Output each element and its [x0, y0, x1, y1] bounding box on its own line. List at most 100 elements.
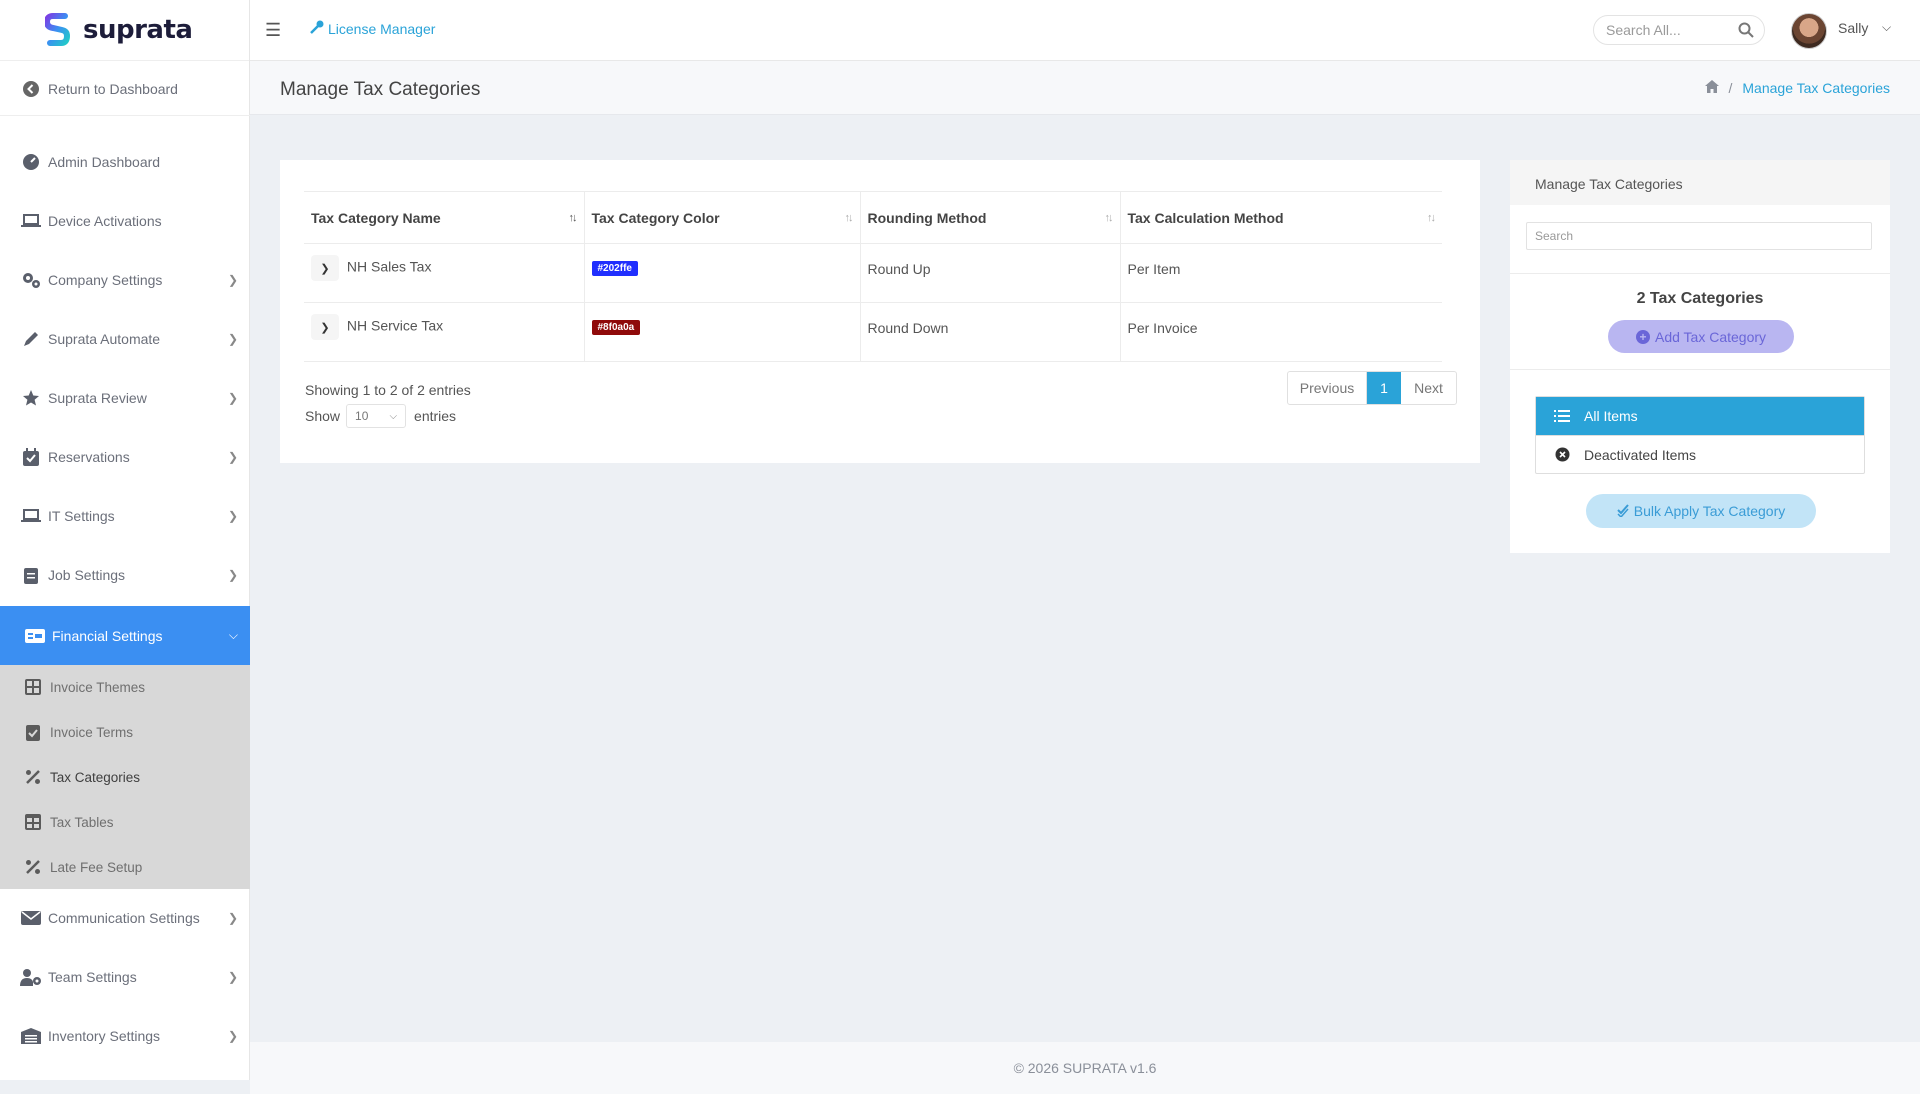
- submenu-item-label: Tax Categories: [50, 769, 141, 785]
- submenu-item-tax-categories[interactable]: Tax Categories: [0, 759, 250, 795]
- column-header-color[interactable]: Tax Category Color ↑↓: [584, 191, 861, 244]
- sort-icon[interactable]: ↑↓: [845, 212, 854, 224]
- page-size-select[interactable]: 10 ⌵: [346, 404, 407, 428]
- bulk-apply-tax-category-button[interactable]: Bulk Apply Tax Category: [1586, 494, 1816, 528]
- cell-color: #8f0a0a: [584, 302, 861, 362]
- page-size-value: 10: [355, 409, 369, 423]
- pagination-previous-button[interactable]: Previous: [1288, 372, 1367, 404]
- column-header-rounding[interactable]: Rounding Method ↑↓: [860, 191, 1121, 244]
- chevron-down-icon[interactable]: ❯: [311, 314, 339, 340]
- filter-all-items[interactable]: All Items: [1536, 397, 1864, 435]
- side-panel: Manage Tax Categories 2 Tax Categories +…: [1510, 160, 1890, 553]
- gauge-icon: [20, 151, 42, 173]
- submenu-item-late-fee-setup[interactable]: Late Fee Setup: [0, 849, 250, 885]
- sidebar-item-suprata-automate[interactable]: Suprata Automate ❯: [0, 315, 250, 363]
- breadcrumb-separator: /: [1728, 80, 1733, 96]
- logo[interactable]: suprata: [0, 0, 249, 61]
- sidebar-item-admin-dashboard[interactable]: Admin Dashboard: [0, 138, 250, 186]
- user-gear-icon: [20, 966, 42, 988]
- sidebar-item-label: Admin Dashboard: [48, 154, 161, 170]
- chevron-right-icon: ❯: [227, 450, 238, 464]
- avatar[interactable]: [1791, 13, 1827, 49]
- chevron-down-icon[interactable]: ⌵: [1882, 20, 1891, 35]
- sidebar-item-job-settings[interactable]: Job Settings ❯: [0, 551, 250, 599]
- search-icon[interactable]: [1738, 22, 1754, 38]
- sidebar: suprata Return to Dashboard Admin Dashbo…: [0, 0, 250, 1080]
- return-to-dashboard-link[interactable]: Return to Dashboard: [0, 62, 250, 116]
- column-header-label: Rounding Method: [867, 209, 987, 226]
- hamburger-menu-icon[interactable]: ☰: [265, 20, 285, 40]
- global-search-input[interactable]: [1606, 22, 1746, 38]
- sidebar-item-suprata-review[interactable]: Suprata Review ❯: [0, 374, 250, 422]
- pagination-next-button[interactable]: Next: [1401, 372, 1456, 404]
- arrow-left-circle-icon: [20, 78, 42, 100]
- chevron-right-icon: ❯: [227, 332, 238, 346]
- submenu-item-label: Late Fee Setup: [50, 859, 143, 875]
- filter-list: All Items Deactivated Items: [1535, 396, 1865, 474]
- sidebar-item-label: Reservations: [48, 449, 130, 465]
- sidebar-item-label: Communication Settings: [48, 910, 200, 926]
- sidebar-item-label: Suprata Automate: [48, 331, 161, 347]
- circle-x-icon: [1552, 447, 1572, 462]
- sort-icon[interactable]: ↑↓: [1105, 212, 1114, 224]
- chevron-right-icon: ❯: [227, 273, 238, 287]
- cell-color: #202ffe: [584, 243, 861, 303]
- page-header: Manage Tax Categories / Manage Tax Categ…: [250, 61, 1920, 115]
- footer-copyright: © 2026 SUPRATA v1.6: [1013, 1060, 1157, 1076]
- license-manager-link[interactable]: License Manager: [310, 20, 435, 37]
- divider: [1510, 369, 1890, 370]
- calendar-check-icon: [20, 446, 42, 468]
- table-row[interactable]: ❯ NH Sales Tax #202ffe Round Up Per Item: [304, 243, 1442, 303]
- sidebar-item-financial-settings[interactable]: Financial Settings ⌵: [0, 606, 250, 665]
- column-header-name[interactable]: Tax Category Name ↑↓: [304, 191, 585, 244]
- financial-settings-submenu: Invoice Themes Invoice Terms Tax Categor…: [0, 665, 250, 889]
- table-icon: [24, 813, 42, 831]
- percent-icon: [24, 768, 42, 786]
- sort-icon[interactable]: ↑↓: [569, 212, 578, 224]
- sidebar-item-label: Financial Settings: [52, 627, 163, 644]
- suprata-logo-icon: [45, 13, 71, 46]
- submenu-item-invoice-themes[interactable]: Invoice Themes: [0, 669, 250, 705]
- money-check-icon: [24, 625, 46, 647]
- filter-label: Deactivated Items: [1584, 446, 1697, 463]
- entries-label: entries: [414, 408, 457, 424]
- global-search: [1593, 15, 1765, 45]
- add-tax-category-button[interactable]: + Add Tax Category: [1608, 320, 1794, 353]
- laptop-icon: [20, 210, 42, 232]
- home-icon[interactable]: [1704, 80, 1719, 96]
- sidebar-item-communication-settings[interactable]: Communication Settings ❯: [0, 894, 250, 942]
- list-icon: [1552, 410, 1572, 422]
- chevron-down-icon[interactable]: ❯: [311, 255, 339, 281]
- column-header-label: Tax Category Color: [591, 209, 720, 226]
- sidebar-item-it-settings[interactable]: IT Settings ❯: [0, 492, 250, 540]
- tax-category-count: 2 Tax Categories: [1636, 290, 1764, 307]
- check-double-icon: [1617, 503, 1629, 520]
- sidebar-item-inventory-settings[interactable]: Inventory Settings ❯: [0, 1012, 250, 1060]
- sidebar-item-label: Device Activations: [48, 213, 162, 229]
- column-header-calculation[interactable]: Tax Calculation Method ↑↓: [1120, 191, 1442, 244]
- sidebar-item-device-activations[interactable]: Device Activations: [0, 197, 250, 245]
- submenu-item-invoice-terms[interactable]: Invoice Terms: [0, 714, 250, 750]
- gears-icon: [20, 269, 42, 291]
- table-row[interactable]: ❯ NH Service Tax #8f0a0a Round Down Per …: [304, 302, 1442, 362]
- sidebar-item-company-settings[interactable]: Company Settings ❯: [0, 256, 250, 304]
- submenu-item-label: Invoice Themes: [50, 679, 146, 695]
- breadcrumb-current[interactable]: Manage Tax Categories: [1742, 80, 1890, 96]
- pagination-page-button[interactable]: 1: [1367, 372, 1401, 404]
- sort-icon[interactable]: ↑↓: [1427, 212, 1436, 224]
- sidebar-item-reservations[interactable]: Reservations ❯: [0, 433, 250, 481]
- sidebar-item-label: Suprata Review: [48, 390, 147, 406]
- column-header-label: Tax Category Name: [311, 209, 441, 226]
- sidebar-item-team-settings[interactable]: Team Settings ❯: [0, 953, 250, 1001]
- tax-category-name: NH Service Tax: [346, 317, 444, 334]
- page-size-control: Show 10 ⌵ entries: [305, 404, 456, 428]
- plus-circle-icon: +: [1635, 329, 1650, 344]
- user-name[interactable]: Sally: [1838, 20, 1868, 36]
- submenu-item-tax-tables[interactable]: Tax Tables: [0, 804, 250, 840]
- side-search-input[interactable]: [1526, 222, 1872, 250]
- return-label: Return to Dashboard: [48, 80, 178, 97]
- cell-calculation: Per Invoice: [1120, 302, 1442, 362]
- laptop-icon: [20, 505, 42, 527]
- filter-deactivated-items[interactable]: Deactivated Items: [1536, 435, 1864, 473]
- cell-name: ❯ NH Sales Tax: [304, 243, 585, 303]
